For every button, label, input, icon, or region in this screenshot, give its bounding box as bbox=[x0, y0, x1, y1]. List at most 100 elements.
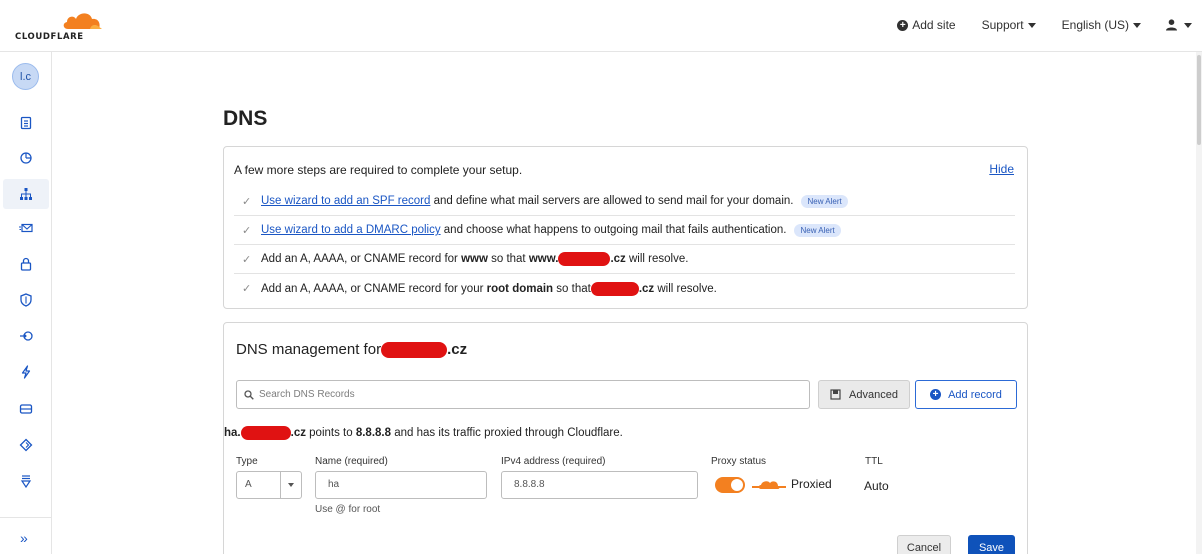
setup-step-spf: ✓ Use wizard to add an SPF record and de… bbox=[234, 187, 1015, 216]
analytics-icon bbox=[20, 152, 32, 164]
spf-wizard-link[interactable]: Use wizard to add an SPF record bbox=[261, 195, 430, 207]
type-dropdown-toggle[interactable] bbox=[281, 472, 301, 498]
domain-suffix: .cz bbox=[447, 341, 468, 358]
dns-management-card: DNS management for .cz Advanced + Add re… bbox=[223, 322, 1028, 554]
plus-circle-icon: + bbox=[897, 19, 909, 31]
name-hint: Use @ for root bbox=[315, 504, 381, 515]
cloudflare-cloud-icon bbox=[63, 13, 102, 29]
name-label: Name (required) bbox=[315, 456, 388, 467]
redacted-domain bbox=[240, 426, 291, 440]
dns-management-title: DNS management for .cz bbox=[236, 341, 467, 358]
step-text: Add an A, AAAA, or CNAME record for your bbox=[261, 282, 487, 295]
step-text: so that bbox=[487, 253, 529, 265]
sidebar-item-analytics[interactable] bbox=[16, 148, 36, 168]
step-text: and define what mail servers are allowed… bbox=[430, 195, 794, 207]
check-icon: ✓ bbox=[242, 224, 252, 237]
sidebar-item-security[interactable] bbox=[16, 290, 36, 310]
domain-suffix: .cz bbox=[610, 253, 626, 265]
sidebar-item-workers[interactable] bbox=[16, 435, 36, 455]
domain-suffix: .cz bbox=[638, 282, 655, 295]
sidebar-item-email[interactable] bbox=[16, 218, 36, 238]
ipv4-label: IPv4 address (required) bbox=[501, 456, 606, 467]
record-summary: ha. .cz points to 8.8.8.8 and has its tr… bbox=[224, 426, 623, 440]
step-bold-text: www bbox=[461, 253, 488, 265]
check-icon: ✓ bbox=[242, 283, 252, 295]
sidebar-item-caching[interactable] bbox=[16, 399, 36, 419]
scrollbar-thumb[interactable] bbox=[1197, 55, 1201, 145]
email-icon bbox=[19, 223, 33, 233]
sidebar-expand-icon[interactable]: » bbox=[20, 530, 28, 546]
setup-step-www: ✓ Add an A, AAAA, or CNAME record for ww… bbox=[234, 245, 1015, 274]
add-site-link[interactable]: + Add site bbox=[897, 18, 956, 32]
ipv4-input[interactable]: 8.8.8.8 bbox=[501, 471, 698, 499]
account-avatar[interactable]: l.c bbox=[12, 63, 39, 90]
sidebar-item-ssl[interactable] bbox=[16, 254, 36, 274]
dmarc-wizard-link[interactable]: Use wizard to add a DMARC policy bbox=[261, 224, 441, 236]
setup-step-dmarc: ✓ Use wizard to add a DMARC policy and c… bbox=[234, 216, 1015, 245]
support-menu[interactable]: Support bbox=[982, 18, 1036, 32]
redacted-domain bbox=[590, 281, 639, 296]
toggle-knob bbox=[731, 479, 743, 491]
sidebar-item-overview[interactable] bbox=[16, 113, 36, 133]
sidebar-item-rules[interactable] bbox=[16, 471, 36, 491]
language-label: English (US) bbox=[1061, 18, 1129, 32]
cloud-proxied-icon bbox=[752, 481, 786, 489]
step-text: will resolve. bbox=[654, 282, 717, 295]
user-menu[interactable] bbox=[1165, 19, 1192, 31]
check-icon: ✓ bbox=[242, 253, 252, 266]
step-text: so that bbox=[553, 282, 591, 295]
setup-step-root: ✓ Add an A, AAAA, or CNAME record for yo… bbox=[234, 274, 1015, 303]
step-text: will resolve. bbox=[625, 253, 689, 265]
step-bold-text: www. bbox=[528, 253, 559, 265]
add-record-label: Add record bbox=[948, 388, 1002, 401]
top-header: CLOUDFLARE + Add site Support English (U… bbox=[0, 0, 1202, 52]
name-input[interactable]: ha bbox=[315, 471, 487, 499]
dns-icon bbox=[20, 188, 32, 200]
caching-icon bbox=[19, 404, 33, 414]
user-icon bbox=[1166, 19, 1177, 31]
search-input[interactable] bbox=[259, 389, 779, 400]
logo-text: CLOUDFLARE bbox=[15, 32, 84, 42]
add-site-label: Add site bbox=[912, 18, 956, 32]
rules-icon bbox=[20, 475, 32, 488]
sidebar-item-access[interactable] bbox=[16, 326, 36, 346]
caret-down-icon bbox=[288, 483, 294, 487]
support-label: Support bbox=[981, 18, 1024, 32]
redacted-domain bbox=[381, 341, 448, 358]
setup-steps-title: A few more steps are required to complet… bbox=[234, 163, 523, 177]
cancel-button[interactable]: Cancel bbox=[897, 535, 951, 554]
search-icon bbox=[244, 389, 254, 400]
hide-link[interactable]: Hide bbox=[989, 162, 1014, 176]
check-icon: ✓ bbox=[242, 195, 252, 208]
domain-suffix: .cz bbox=[290, 427, 306, 439]
add-record-button[interactable]: + Add record bbox=[915, 380, 1017, 409]
ssl-lock-icon bbox=[20, 257, 32, 271]
sidebar: l.c » bbox=[0, 52, 52, 554]
cloudflare-logo[interactable]: CLOUDFLARE bbox=[15, 10, 105, 44]
record-name-prefix: ha. bbox=[224, 427, 241, 439]
advanced-button[interactable]: Advanced bbox=[818, 380, 910, 409]
speed-bolt-icon bbox=[21, 365, 31, 379]
proxy-status: Proxied bbox=[752, 477, 832, 491]
type-label: Type bbox=[236, 456, 258, 467]
plus-circle-icon: + bbox=[930, 389, 942, 400]
proxy-toggle[interactable] bbox=[715, 477, 745, 493]
new-alert-badge: New Alert bbox=[794, 223, 841, 237]
type-value: A bbox=[237, 472, 281, 498]
caret-down-icon bbox=[1133, 22, 1141, 28]
page-title: DNS bbox=[223, 107, 268, 130]
advanced-label: Advanced bbox=[849, 388, 898, 401]
ttl-value[interactable]: Auto bbox=[864, 479, 889, 493]
proxy-status-label: Proxy status bbox=[711, 456, 767, 467]
sidebar-item-speed[interactable] bbox=[16, 362, 36, 382]
new-alert-badge: New Alert bbox=[801, 194, 848, 208]
sidebar-item-dns[interactable] bbox=[16, 184, 36, 204]
language-menu[interactable]: English (US) bbox=[1062, 18, 1141, 32]
summary-text: points to bbox=[305, 427, 356, 439]
save-button[interactable]: Save bbox=[968, 535, 1015, 554]
top-nav: + Add site Support English (US) bbox=[871, 18, 1192, 32]
type-select[interactable]: A bbox=[236, 471, 302, 499]
access-icon bbox=[20, 331, 33, 341]
redacted-domain bbox=[558, 252, 611, 266]
search-dns-field[interactable] bbox=[236, 380, 810, 409]
